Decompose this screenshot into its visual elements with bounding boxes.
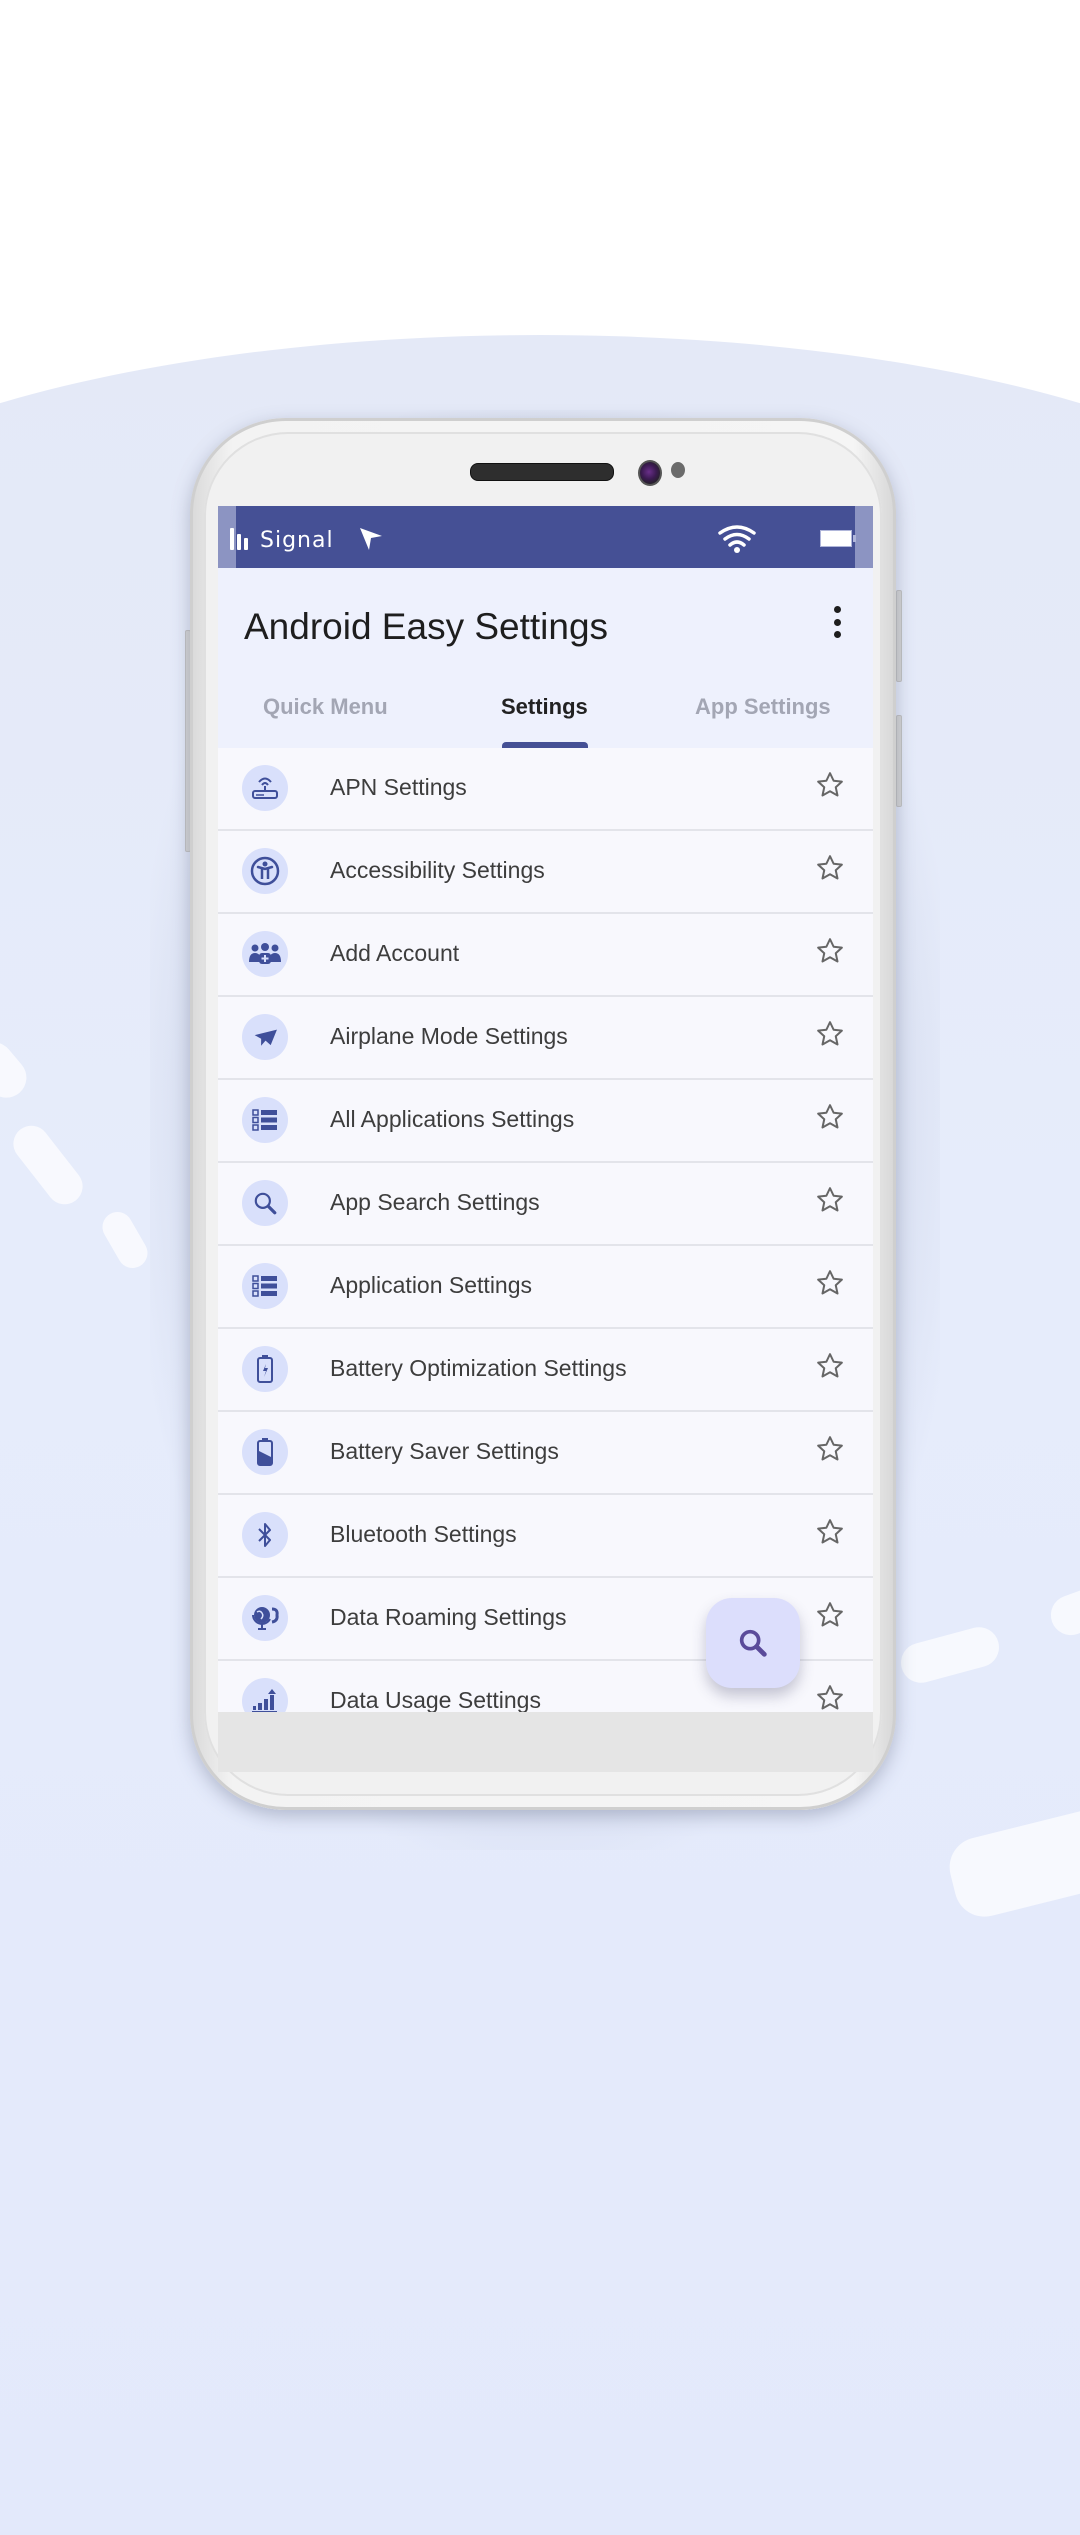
list-item-label: Battery Saver Settings <box>330 1438 559 1464</box>
side-button-right-bottom <box>896 715 902 807</box>
navigation-arrow-icon <box>360 528 382 550</box>
list-item[interactable]: Battery Optimization Settings <box>218 1329 873 1412</box>
list-item[interactable]: All Applications Settings <box>218 1080 873 1163</box>
list-item-label: Application Settings <box>330 1272 533 1298</box>
phone-camera <box>638 460 662 486</box>
app-list-icon <box>242 1263 288 1309</box>
carrier-label: Signal <box>260 528 334 553</box>
star-icon[interactable] <box>815 1019 845 1049</box>
side-button-right-top <box>896 590 902 682</box>
star-icon[interactable] <box>815 1434 845 1464</box>
search-icon <box>739 1629 767 1657</box>
star-icon[interactable] <box>815 770 845 800</box>
tab-settings[interactable]: Settings <box>501 694 588 720</box>
settings-list: APN Settings Accessibility Settings Add … <box>218 748 873 1712</box>
star-icon[interactable] <box>815 1683 845 1712</box>
list-item-label: App Search Settings <box>330 1189 540 1215</box>
phone-chin <box>218 1712 873 1772</box>
list-item-label: Airplane Mode Settings <box>330 1023 568 1049</box>
search-icon <box>242 1180 288 1226</box>
star-icon[interactable] <box>815 1351 845 1381</box>
status-bar: Signal <box>218 506 873 568</box>
add-account-icon <box>242 931 288 977</box>
star-icon[interactable] <box>815 1185 845 1215</box>
phone-screen: Signal Android Easy Settings Quick Menu … <box>218 506 873 1712</box>
star-icon[interactable] <box>815 1268 845 1298</box>
list-item[interactable]: Application Settings <box>218 1246 873 1329</box>
globe-phone-icon <box>242 1595 288 1641</box>
list-item-label: Bluetooth Settings <box>330 1521 517 1547</box>
star-icon[interactable] <box>815 1102 845 1132</box>
list-item-label: Data Roaming Settings <box>330 1604 567 1630</box>
list-item-label: Accessibility Settings <box>330 857 545 883</box>
more-vert-icon[interactable] <box>827 606 847 638</box>
status-bar-edge <box>855 506 873 568</box>
app-bar: Android Easy Settings Quick Menu Setting… <box>218 568 873 748</box>
tab-app-settings[interactable]: App Settings <box>695 694 831 720</box>
list-item-label: APN Settings <box>330 774 467 800</box>
router-icon <box>242 765 288 811</box>
list-item-label: Data Usage Settings <box>330 1687 541 1712</box>
airplane-icon <box>242 1014 288 1060</box>
list-item[interactable]: Airplane Mode Settings <box>218 997 873 1080</box>
star-icon[interactable] <box>815 853 845 883</box>
list-item-label: All Applications Settings <box>330 1106 575 1132</box>
list-item[interactable]: Add Account <box>218 914 873 997</box>
tab-quick-menu[interactable]: Quick Menu <box>263 694 388 720</box>
list-item[interactable]: Accessibility Settings <box>218 831 873 914</box>
battery-icon <box>820 530 856 547</box>
search-fab-button[interactable] <box>706 1598 800 1688</box>
bluetooth-icon <box>242 1512 288 1558</box>
app-title: Android Easy Settings <box>244 606 609 647</box>
signal-bars-icon <box>230 528 248 550</box>
list-item[interactable]: Battery Saver Settings <box>218 1412 873 1495</box>
list-item[interactable]: Bluetooth Settings <box>218 1495 873 1578</box>
tab-bar: Quick Menu Settings App Settings <box>218 688 873 748</box>
accessibility-icon <box>242 848 288 894</box>
battery-saver-icon <box>242 1429 288 1475</box>
star-icon[interactable] <box>815 1600 845 1630</box>
phone-sensor <box>671 462 685 478</box>
star-icon[interactable] <box>815 1517 845 1547</box>
list-item[interactable]: App Search Settings <box>218 1163 873 1246</box>
list-item[interactable]: APN Settings <box>218 748 873 831</box>
list-item-label: Battery Optimization Settings <box>330 1355 627 1381</box>
wifi-icon <box>718 525 756 553</box>
phone-speaker <box>470 463 614 481</box>
battery-charging-icon <box>242 1346 288 1392</box>
data-usage-icon <box>242 1678 288 1712</box>
list-item-label: Add Account <box>330 940 460 966</box>
app-list-icon <box>242 1097 288 1143</box>
star-icon[interactable] <box>815 936 845 966</box>
